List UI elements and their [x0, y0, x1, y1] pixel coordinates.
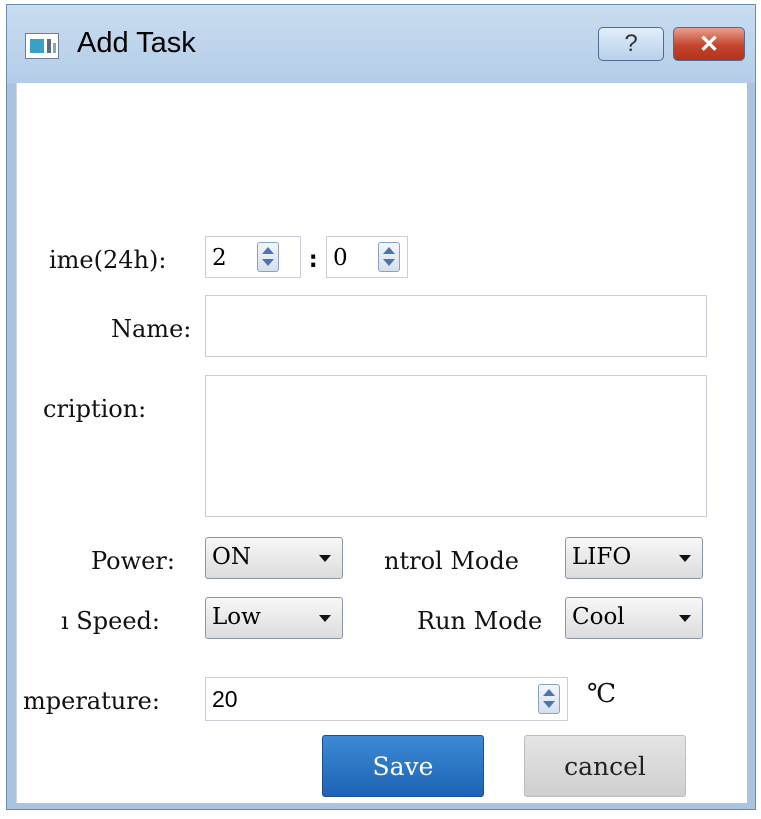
spin-up-icon[interactable]: [383, 247, 395, 254]
time-separator: :: [306, 245, 321, 273]
run-mode-select[interactable]: Cool: [565, 597, 703, 639]
description-label: cription:: [43, 395, 147, 423]
control-mode-select[interactable]: LIFO: [565, 537, 703, 579]
description-textarea[interactable]: [205, 375, 707, 517]
hour-spinbox[interactable]: 2: [205, 236, 301, 278]
temperature-label: mperature:: [23, 687, 160, 715]
hour-value: 2: [212, 245, 227, 271]
power-value: ON: [212, 544, 251, 570]
spin-down-icon[interactable]: [543, 701, 555, 708]
add-task-dialog: Add Task ? ✕ ime(24h): 2 : 0 Name: cript…: [6, 4, 756, 810]
minute-spin-buttons[interactable]: [378, 242, 400, 272]
power-label: Power:: [91, 547, 175, 575]
control-mode-label: ntrol Mode: [384, 547, 519, 575]
spin-down-icon[interactable]: [383, 259, 395, 266]
dialog-body: ime(24h): 2 : 0 Name: cription: Power: O…: [16, 83, 747, 803]
chevron-down-icon: [319, 615, 331, 622]
save-button[interactable]: Save: [322, 735, 484, 797]
title-bar[interactable]: Add Task ? ✕: [7, 5, 755, 83]
time-label: ime(24h):: [49, 246, 167, 274]
help-icon: ?: [624, 30, 638, 57]
spin-up-icon[interactable]: [543, 689, 555, 696]
dialog-title: Add Task: [77, 27, 196, 59]
close-icon: ✕: [698, 30, 720, 58]
name-input[interactable]: [205, 295, 707, 357]
cancel-button[interactable]: cancel: [524, 735, 686, 797]
chevron-down-icon: [319, 555, 331, 562]
fan-speed-label: ı Speed:: [61, 607, 160, 635]
control-mode-value: LIFO: [572, 544, 632, 570]
power-select[interactable]: ON: [205, 537, 343, 579]
chevron-down-icon: [679, 555, 691, 562]
chevron-down-icon: [679, 615, 691, 622]
temperature-value: 20: [212, 686, 238, 712]
temperature-spin-buttons[interactable]: [538, 684, 560, 714]
close-button[interactable]: ✕: [673, 27, 745, 61]
minute-spinbox[interactable]: 0: [326, 236, 408, 278]
hour-spin-buttons[interactable]: [257, 242, 279, 272]
spin-up-icon[interactable]: [262, 247, 274, 254]
run-mode-value: Cool: [572, 604, 625, 630]
temperature-unit: ℃: [587, 679, 617, 709]
run-mode-label: Run Mode: [417, 607, 543, 635]
spin-down-icon[interactable]: [262, 259, 274, 266]
name-label: Name:: [111, 315, 192, 343]
minute-value: 0: [333, 245, 348, 271]
fan-speed-select[interactable]: Low: [205, 597, 343, 639]
help-button[interactable]: ?: [598, 27, 664, 61]
fan-speed-value: Low: [212, 604, 261, 630]
app-icon: [25, 33, 59, 59]
temperature-spinbox[interactable]: 20: [205, 677, 568, 721]
